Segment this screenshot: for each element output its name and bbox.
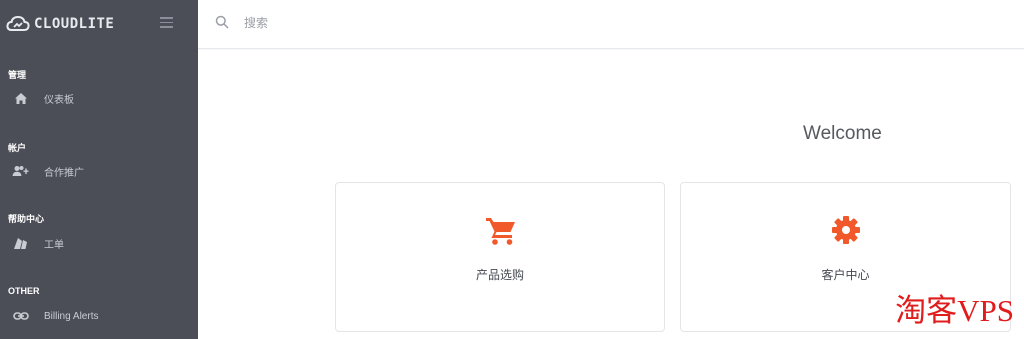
sidebar-item-label: 工单 — [44, 239, 64, 251]
topbar — [198, 0, 1024, 49]
gear-icon — [832, 216, 860, 244]
card-label: 产品选购 — [475, 268, 524, 282]
home-icon — [12, 90, 30, 106]
sidebar-item-label: 仪表板 — [44, 94, 74, 106]
shopping-cart-icon — [486, 218, 515, 245]
brand[interactable]: CLOUDLITE — [6, 11, 114, 37]
sidebar-item-label: Billing Alerts — [44, 310, 99, 322]
add-users-icon — [12, 163, 30, 179]
search-icon[interactable] — [215, 15, 229, 29]
page-title: Welcome — [803, 123, 882, 144]
sidebar-item-affiliate[interactable]: 合作推广 — [0, 159, 198, 183]
watermark: 淘客VPS — [895, 293, 1014, 328]
brand-name: CLOUDLITE — [34, 16, 115, 32]
sidebar-item-label: 合作推广 — [44, 167, 84, 179]
card-label: 客户中心 — [821, 268, 870, 282]
section-title-account: 帐户 — [8, 143, 27, 153]
card-products[interactable]: 产品选购 — [335, 182, 665, 332]
sidebar-item-billing-alerts[interactable]: Billing Alerts — [0, 304, 198, 328]
section-title-manage: 管理 — [8, 70, 27, 80]
ticket-icon — [12, 235, 30, 251]
link-icon — [12, 308, 30, 324]
cloud-logo-icon — [6, 15, 30, 31]
sidebar-item-dashboard[interactable]: 仪表板 — [0, 86, 198, 110]
section-title-other: OTHER — [8, 286, 40, 296]
sidebar: CLOUDLITE 管理 仪表板 帐户 合作推广 帮助中心 工单 OTHER B… — [0, 0, 198, 339]
section-title-help: 帮助中心 — [8, 214, 45, 224]
search-input[interactable] — [244, 13, 544, 33]
sidebar-item-tickets[interactable]: 工单 — [0, 231, 198, 255]
menu-toggle-icon[interactable] — [160, 17, 173, 28]
